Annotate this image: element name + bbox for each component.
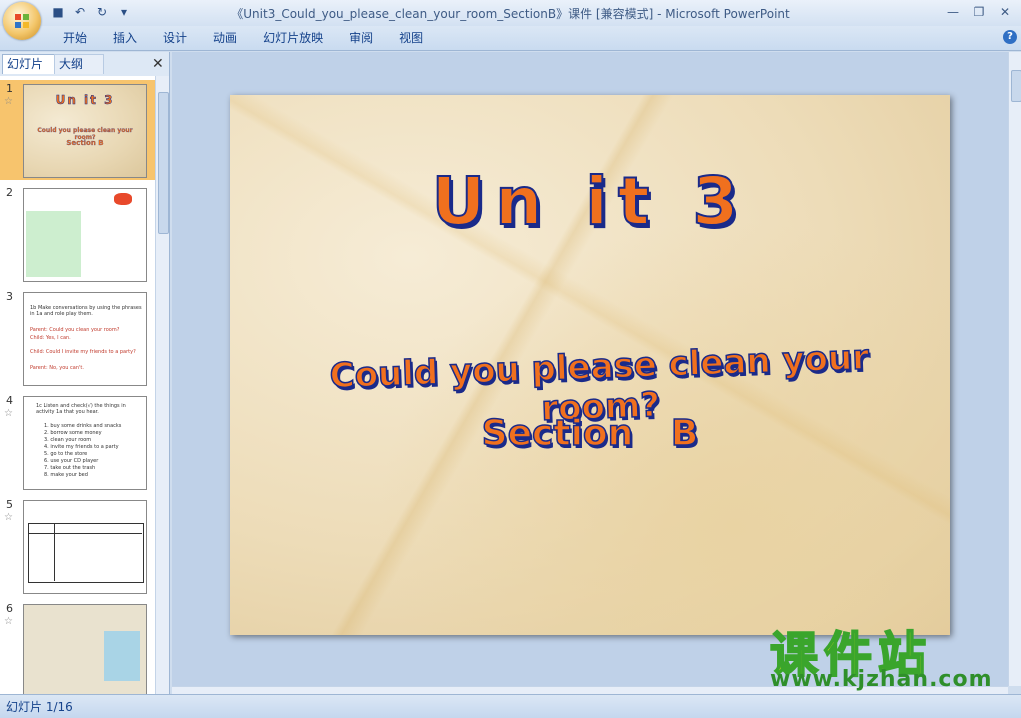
thumb-subtitle2: Section B [66, 139, 104, 147]
watermark-url: www.kjzhan.com [770, 667, 993, 692]
slide-thumbnail-6[interactable]: 6 ☆ [0, 600, 155, 694]
slide-section[interactable]: Section B [230, 412, 950, 455]
thumbnail-preview: 1b Make conversations by using the phras… [23, 292, 147, 386]
thumb-text-9: 8. make your bed [44, 472, 88, 478]
slide-counter: 幻灯片 1/16 [6, 700, 73, 714]
slide-number: 1 [6, 82, 13, 95]
thumb-text-3: Child: Yes, I can. [30, 335, 71, 341]
current-slide[interactable]: Un it 3 Could you please clean your room… [230, 95, 950, 635]
slide-thumbnail-2[interactable]: 2 [0, 184, 155, 284]
thumb-green-block [26, 211, 81, 277]
thumb-text-5: Parent: No, you can't. [30, 365, 84, 371]
tab-animations[interactable]: 动画 [200, 30, 250, 46]
slide-number: 6 [6, 602, 13, 615]
thumb-text-1: 1c Listen and check(√) the things in act… [36, 403, 126, 415]
thumb-text-1: 1b Make conversations by using the phras… [30, 305, 142, 317]
tab-view[interactable]: 视图 [386, 30, 436, 46]
watermark-logo: 课件站 www.kjzhan.com [769, 615, 1020, 695]
thumb-illustration [114, 193, 132, 205]
minimize-icon[interactable]: — [941, 3, 965, 21]
slide-thumbnail-5[interactable]: 5 ☆ [0, 496, 155, 596]
slide-number: 5 [6, 498, 13, 511]
close-pane-icon[interactable]: ✕ [152, 56, 164, 72]
thumb-text-2: 1. buy some drinks and snacks [44, 423, 122, 429]
window-title: 《Unit3_Could_you_please_clean_your_room_… [231, 7, 790, 21]
slide-title[interactable]: Un it 3 [230, 162, 950, 241]
animation-star-icon: ☆ [4, 616, 13, 627]
thumb-text-3: 2. borrow some money [44, 430, 102, 436]
slide-thumbnail-3[interactable]: 3 1b Make conversations by using the phr… [0, 288, 155, 388]
thumb-table [28, 523, 144, 583]
thumbnail-preview: Un it 3 Could you please clean your room… [23, 84, 147, 178]
editor-scrollbar[interactable] [1008, 52, 1021, 686]
thumb-note-card [104, 631, 140, 681]
close-icon[interactable]: ✕ [993, 3, 1017, 21]
tab-home[interactable]: 开始 [50, 30, 100, 46]
tab-slides[interactable]: 幻灯片 [2, 54, 56, 74]
tab-insert[interactable]: 插入 [100, 30, 150, 46]
slide-number: 2 [6, 186, 13, 199]
tab-slideshow[interactable]: 幻灯片放映 [250, 30, 336, 46]
scrollbar-thumb[interactable] [158, 92, 169, 234]
tab-outline[interactable]: 大纲 [54, 54, 104, 74]
title-bar: ■ ↶ ↻ ▾ 《Unit3_Could_you_please_clean_yo… [0, 0, 1021, 26]
thumb-list-block [82, 211, 144, 277]
slide-number: 3 [6, 290, 13, 303]
thumb-text-8: 7. take out the trash [44, 465, 96, 471]
slides-pane: 幻灯片 大纲 ✕ 1 ☆ Un it 3 Could you please cl… [0, 52, 170, 694]
ribbon-tab-list: 开始 插入 设计 动画 幻灯片放映 审阅 视图 [50, 30, 436, 46]
tab-design[interactable]: 设计 [150, 30, 200, 46]
thumb-text-4: 3. clean your room [44, 437, 92, 443]
help-icon[interactable]: ? [1003, 30, 1017, 44]
window-controls: — ❐ ✕ [941, 3, 1017, 21]
pane-tabs: 幻灯片 大纲 ✕ [2, 54, 168, 74]
thumb-text-6: 5. go to the store [44, 451, 88, 457]
animation-star-icon: ☆ [4, 408, 13, 419]
thumb-text-7: 6. use your CD player [44, 458, 99, 464]
animation-star-icon: ☆ [4, 512, 13, 523]
slide-thumbnail-1[interactable]: 1 ☆ Un it 3 Could you please clean your … [0, 80, 155, 180]
thumb-table-line [28, 533, 142, 534]
thumb-text-4: Child: Could I invite my friends to a pa… [30, 349, 136, 355]
slide-editor: Un it 3 Could you please clean your room… [172, 52, 1021, 686]
thumb-table-line [54, 523, 55, 581]
status-bar: 幻灯片 1/16 [0, 694, 1021, 718]
slide-number: 4 [6, 394, 13, 407]
slide-thumbnail-4[interactable]: 4 ☆ 1c Listen and check(√) the things in… [0, 392, 155, 492]
tab-review[interactable]: 审阅 [336, 30, 386, 46]
thumbnail-preview: 1c Listen and check(√) the things in act… [23, 396, 147, 490]
office-logo-icon [15, 14, 29, 28]
thumbnail-list: 1 ☆ Un it 3 Could you please clean your … [0, 76, 155, 694]
thumbnail-preview [23, 188, 147, 282]
thumbnail-preview [23, 500, 147, 594]
thumbnail-scrollbar[interactable] [155, 76, 169, 694]
scrollbar-thumb[interactable] [1011, 70, 1021, 102]
thumb-text-5: 4. invite my friends to a party [44, 444, 119, 450]
thumb-text-2: Parent: Could you clean your room? [30, 327, 120, 333]
thumbnail-preview [23, 604, 147, 694]
restore-icon[interactable]: ❐ [967, 3, 991, 21]
thumb-title: Un it 3 [55, 93, 115, 108]
office-button[interactable] [3, 2, 41, 40]
ribbon-tabs: 开始 插入 设计 动画 幻灯片放映 审阅 视图 ? [0, 26, 1021, 51]
animation-star-icon: ☆ [4, 96, 13, 107]
